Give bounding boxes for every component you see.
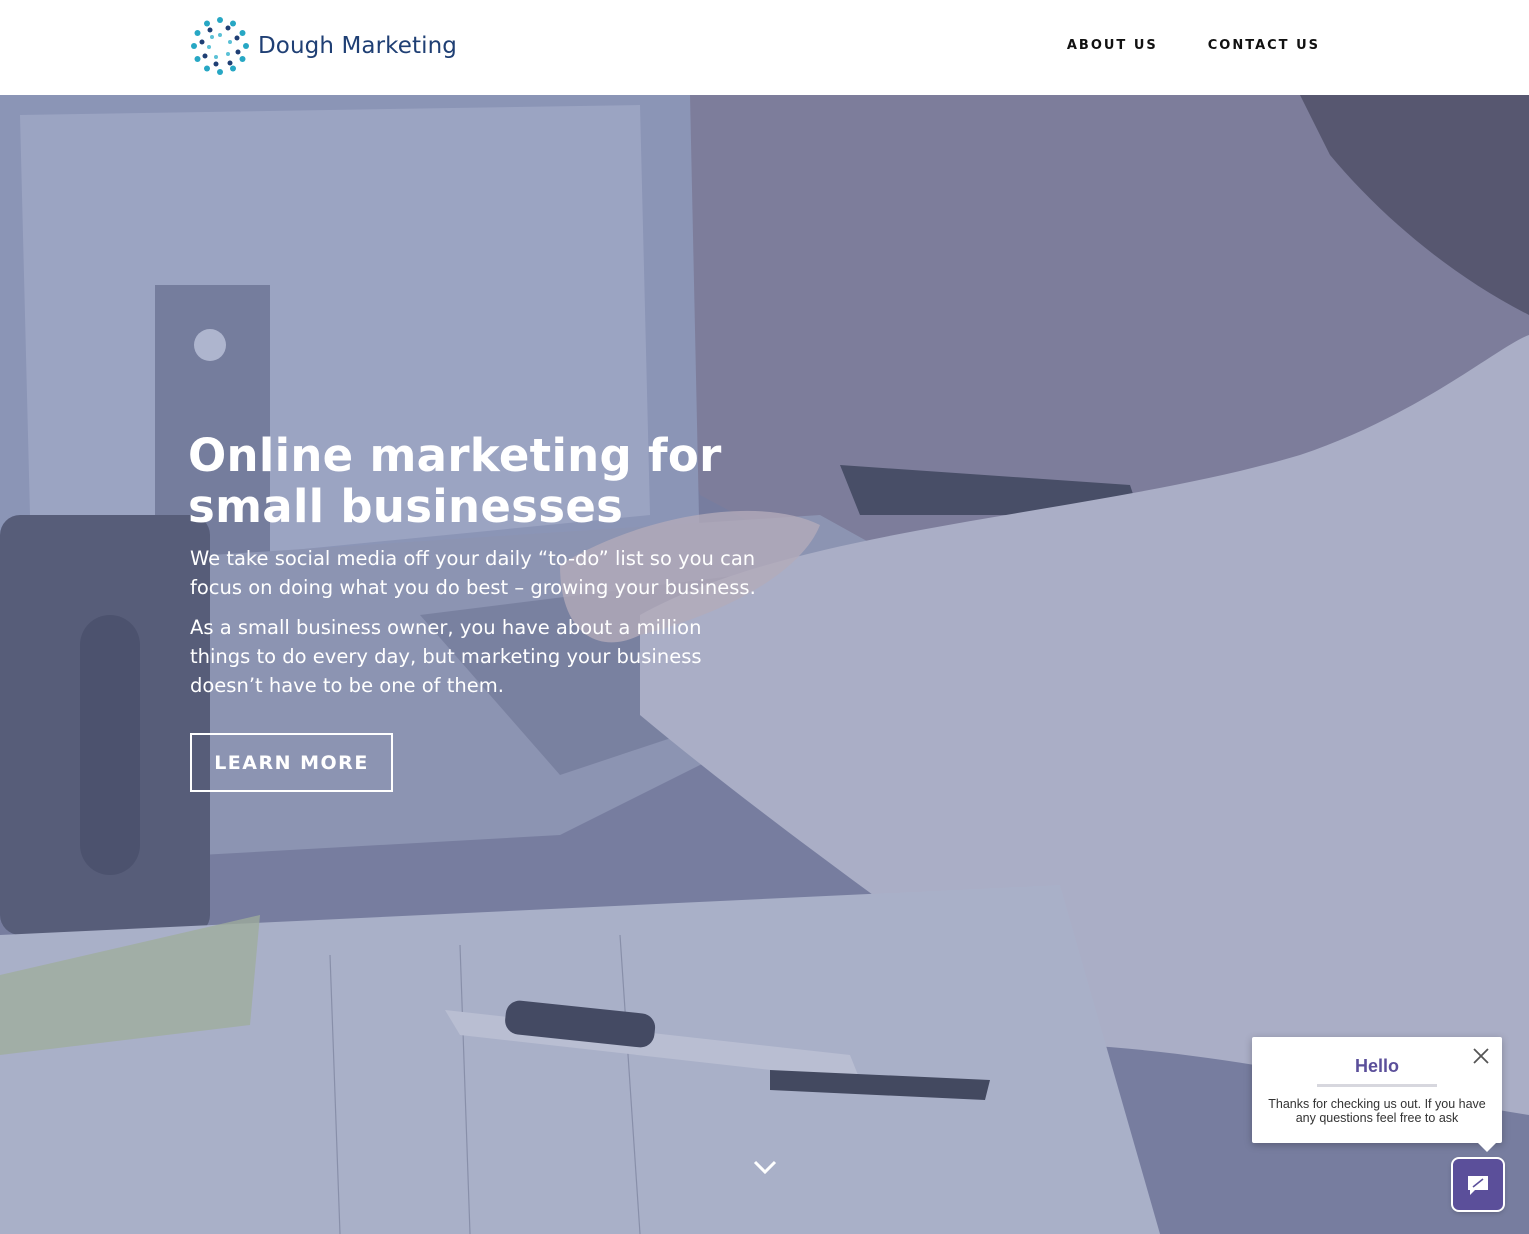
hero-body: As a small business owner, you have abou…: [190, 616, 702, 697]
hero-title: Online marketing for small businesses: [188, 430, 788, 532]
chat-divider: [1317, 1084, 1437, 1087]
chat-message: Thanks for checking us out. If you have …: [1268, 1097, 1486, 1125]
dotted-circle-logo-icon: [191, 17, 249, 75]
hero-title-line2: small businesses: [188, 480, 624, 533]
brand-logo[interactable]: Dough Marketing: [188, 14, 457, 78]
chat-popup: Hello Thanks for checking us out. If you…: [1252, 1037, 1502, 1152]
chat-title: Hello: [1354, 1056, 1399, 1076]
hero-content: Online marketing for small businesses We…: [188, 430, 788, 792]
brand-name: Dough Marketing: [258, 33, 457, 59]
hero-title-line1: Online marketing for: [188, 429, 722, 482]
main-nav: ABOUT US CONTACT US: [1067, 38, 1320, 53]
hero-subtitle: We take social media off your daily “to-…: [190, 547, 756, 599]
chevron-down-icon[interactable]: [752, 1158, 778, 1176]
site-header: Dough Marketing ABOUT US CONTACT US: [0, 0, 1529, 95]
learn-more-button[interactable]: LEARN MORE: [190, 733, 393, 792]
nav-about-us-link[interactable]: ABOUT US: [1067, 38, 1158, 53]
chat-bubble-icon: [1468, 1175, 1488, 1195]
nav-contact-us-link[interactable]: CONTACT US: [1208, 38, 1320, 53]
chat-launcher-button[interactable]: [1453, 1159, 1503, 1210]
